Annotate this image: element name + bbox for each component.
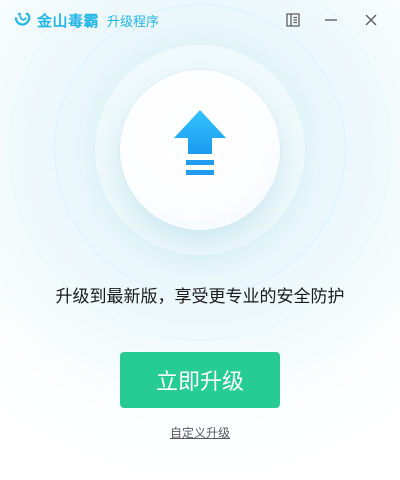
minimize-button[interactable] (318, 7, 344, 33)
minimize-icon (325, 19, 337, 21)
menu-button[interactable] (280, 7, 306, 33)
app-logo: 金山毒霸 升级程序 (14, 9, 159, 31)
close-icon (365, 14, 377, 26)
title-bar[interactable]: 金山毒霸 升级程序 (0, 0, 400, 40)
logo-swirl-icon (14, 12, 31, 26)
update-window: 金山毒霸 升级程序 升级到最新版，享受更专业的安全防护 立即升级 自定义升级 (0, 0, 400, 480)
custom-upgrade-link[interactable]: 自定义升级 (0, 424, 400, 441)
brand-name: 金山毒霸 (37, 11, 100, 30)
upload-arrow-icon (174, 110, 226, 175)
upgrade-now-button[interactable]: 立即升级 (120, 352, 280, 408)
close-button[interactable] (358, 7, 384, 33)
app-title: 升级程序 (107, 14, 160, 30)
menu-icon (286, 13, 300, 27)
upgrade-headline: 升级到最新版，享受更专业的安全防护 (55, 287, 345, 307)
